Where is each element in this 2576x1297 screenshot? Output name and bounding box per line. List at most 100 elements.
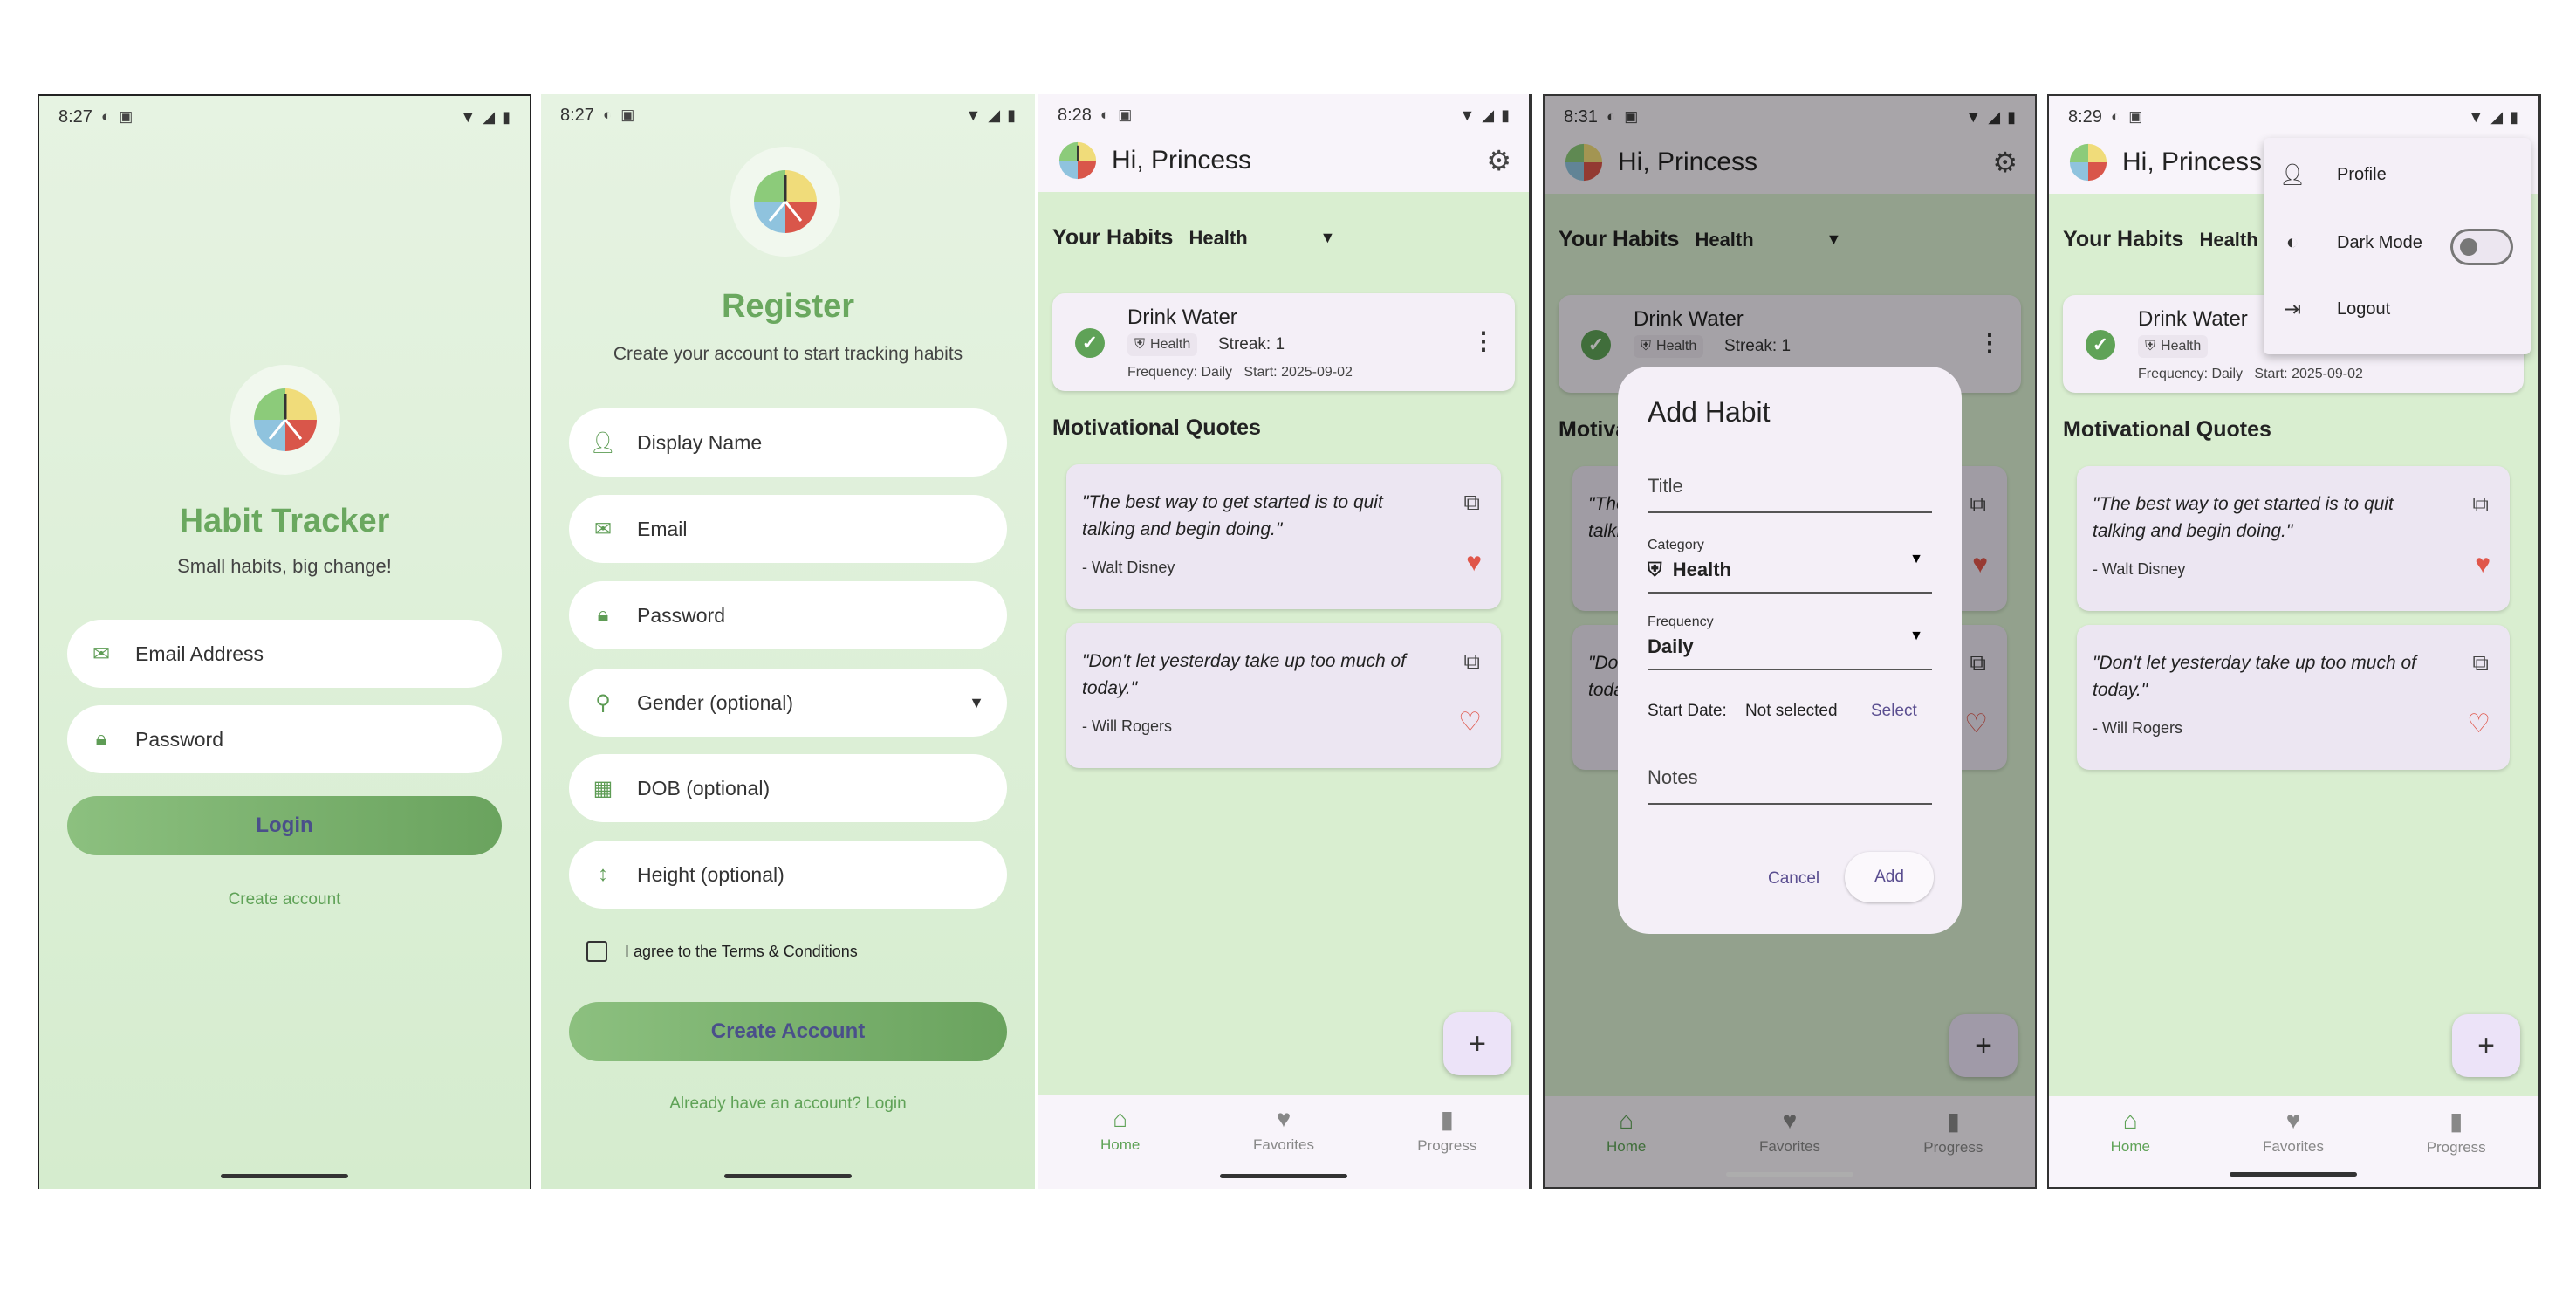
nav-progress[interactable]: ▮ Progress — [1366, 1095, 1529, 1189]
nav-favorites-label: Favorites — [1253, 1136, 1314, 1153]
calendar-icon: ▦ — [593, 776, 613, 800]
avatar[interactable] — [1058, 141, 1098, 181]
lock-icon: 🔒︎ — [95, 727, 107, 751]
notes-input[interactable]: Notes — [1648, 756, 1932, 805]
register-subtitle: Create your account to start tracking ha… — [613, 344, 963, 364]
password-field[interactable]: 🔒︎ Password — [67, 705, 502, 773]
habit-name: Drink Water — [2138, 307, 2248, 331]
battery-icon: ▮ — [1007, 106, 1016, 124]
profile-menu-screen: 8:29 ◐ ▣ ▼ ◢ ▮ Hi, Princess Your Habits He… — [2047, 94, 2541, 1189]
frequency-text: Frequency: Daily — [2138, 367, 2244, 381]
create-account-link[interactable]: Create account — [39, 890, 530, 909]
gender-select[interactable]: ⚲ Gender (optional) ▼ — [569, 669, 1007, 737]
check-circle-icon[interactable]: ✓ — [1075, 328, 1105, 358]
category-select[interactable]: Category ⛨ Health ▼ — [1648, 538, 1932, 594]
email-icon: ✉ — [593, 517, 613, 541]
shield-icon: ⛨ — [2145, 339, 2156, 353]
heart-filled-icon[interactable]: ♥ — [1466, 548, 1482, 578]
status-bar: 8:27 ◐ ▣ ▼ ◢ ▮ — [560, 103, 1016, 127]
habit-meta: Frequency: Daily Start: 2025-09-02 — [1127, 365, 1353, 381]
heart-filled-icon[interactable]: ♥ — [2475, 550, 2490, 580]
app-bar: Hi, Princess ⚙ — [1038, 129, 1529, 192]
status-bar: 8:28 ◐ ▣ ▼ ◢ ▮ — [1058, 103, 1510, 127]
habit-name: Drink Water — [1127, 305, 1237, 329]
home-indicator — [2230, 1172, 2357, 1177]
signal-icon: ◢ — [1482, 106, 1495, 124]
frequency-select[interactable]: Frequency Daily ▼ — [1648, 614, 1932, 670]
chevron-down-icon[interactable]: ▼ — [1319, 229, 1335, 247]
toggle-knob — [2460, 238, 2477, 256]
login-button[interactable]: Login — [67, 796, 502, 855]
dark-mode-toggle[interactable] — [2450, 229, 2513, 265]
signal-icon: ◢ — [988, 106, 1001, 124]
clock-logo-icon — [754, 170, 817, 233]
copy-icon[interactable]: ⧉ — [2472, 649, 2489, 677]
category-value: Health — [1672, 559, 1731, 580]
password-placeholder: Password — [135, 727, 223, 751]
category-label: Category — [1648, 538, 1704, 552]
password-field[interactable]: 🔒︎ Password — [569, 581, 1007, 649]
height-field[interactable]: ↕ Height (optional) — [569, 841, 1007, 909]
status-time: 8:28 — [1058, 105, 1092, 125]
email-placeholder: Email Address — [135, 642, 264, 665]
clock-logo-icon — [254, 388, 317, 451]
your-habits-label: Your Habits — [1052, 225, 1174, 250]
avatar[interactable] — [2068, 142, 2108, 182]
create-account-button[interactable]: Create Account — [569, 1002, 1007, 1061]
copy-icon[interactable]: ⧉ — [1463, 648, 1480, 676]
status-time: 8:27 — [560, 105, 594, 125]
display-name-field[interactable]: 👤︎ Display Name — [569, 408, 1007, 477]
quote-card: "The best way to get started is to quit … — [2077, 466, 2510, 611]
status-time: 8:27 — [58, 106, 92, 127]
habit-card[interactable]: ✓ Drink Water ⛨ Health Streak: 1 Frequenc… — [1052, 293, 1515, 391]
login-link[interactable]: Already have an account? Login — [541, 1095, 1035, 1114]
signal-icon: ◢ — [2490, 107, 2504, 126]
gear-icon[interactable]: ⚙ — [1486, 144, 1511, 177]
shield-icon: ⛨ — [1648, 559, 1662, 580]
cancel-button[interactable]: Cancel — [1768, 869, 1819, 889]
menu-item-profile-label: Profile — [2337, 165, 2387, 184]
nav-home[interactable]: ⌂ Home — [1038, 1095, 1202, 1189]
add-button[interactable]: Add — [1845, 852, 1934, 902]
home-indicator — [724, 1174, 852, 1178]
copy-icon[interactable]: ⧉ — [2472, 491, 2489, 518]
lock-icon: 🔒︎ — [597, 603, 609, 627]
notification-status-icon: ▣ — [119, 108, 134, 125]
status-bar: 8:27 ◐ ▣ ▼ ◢ ▮ — [58, 105, 510, 129]
nav-progress-label: Progress — [2426, 1139, 2486, 1156]
add-habit-dialog: Add Habit Title Category ⛨ Health ▼ Freq… — [1618, 367, 1962, 934]
shield-status-icon: ◐ — [2110, 108, 2120, 125]
dob-field[interactable]: ▦ DOB (optional) — [569, 754, 1007, 822]
menu-item-logout-label: Logout — [2337, 299, 2391, 319]
wifi-icon: ▼ — [2468, 107, 2484, 126]
heart-icon: ♥ — [2285, 1107, 2301, 1134]
check-circle-icon[interactable]: ✓ — [2086, 330, 2115, 360]
email-field[interactable]: ✉ Email — [569, 495, 1007, 563]
start-text: Start: 2025-09-02 — [2254, 367, 2363, 381]
more-vert-icon[interactable]: ⋮ — [1471, 326, 1496, 355]
email-field[interactable]: ✉ Email Address — [67, 620, 502, 688]
title-input[interactable]: Title — [1648, 464, 1932, 513]
wifi-icon: ▼ — [1459, 106, 1476, 124]
home-icon: ⌂ — [1113, 1105, 1128, 1132]
menu-item-dark-mode[interactable]: ◐ Dark Mode — [2279, 230, 2422, 255]
copy-icon[interactable]: ⧉ — [1463, 489, 1480, 517]
your-habits-label: Your Habits — [2063, 227, 2184, 251]
nav-progress-label: Progress — [1417, 1137, 1477, 1154]
wifi-icon: ▼ — [965, 106, 982, 124]
terms-checkbox[interactable] — [586, 941, 607, 962]
menu-item-logout[interactable]: ⇥ Logout — [2279, 297, 2390, 322]
quotes-title: Motivational Quotes — [2063, 417, 2271, 442]
start-date-value: Not selected — [1744, 702, 1838, 720]
app-logo — [730, 147, 840, 257]
nav-home[interactable]: ⌂ Home — [2049, 1096, 2212, 1187]
person-icon: 👤︎ — [589, 430, 617, 455]
heart-outline-icon[interactable]: ♡ — [2467, 709, 2490, 739]
add-habit-fab[interactable]: + — [2452, 1014, 2520, 1077]
select-date-button[interactable]: Select — [1871, 702, 1917, 721]
heart-outline-icon[interactable]: ♡ — [1458, 707, 1482, 738]
add-habit-fab[interactable]: + — [1443, 1012, 1511, 1075]
nav-progress[interactable]: ▮ Progress — [2374, 1096, 2538, 1187]
menu-item-profile[interactable]: 👤︎ Profile — [2279, 162, 2387, 188]
category-filter[interactable]: Health — [1189, 227, 1319, 250]
